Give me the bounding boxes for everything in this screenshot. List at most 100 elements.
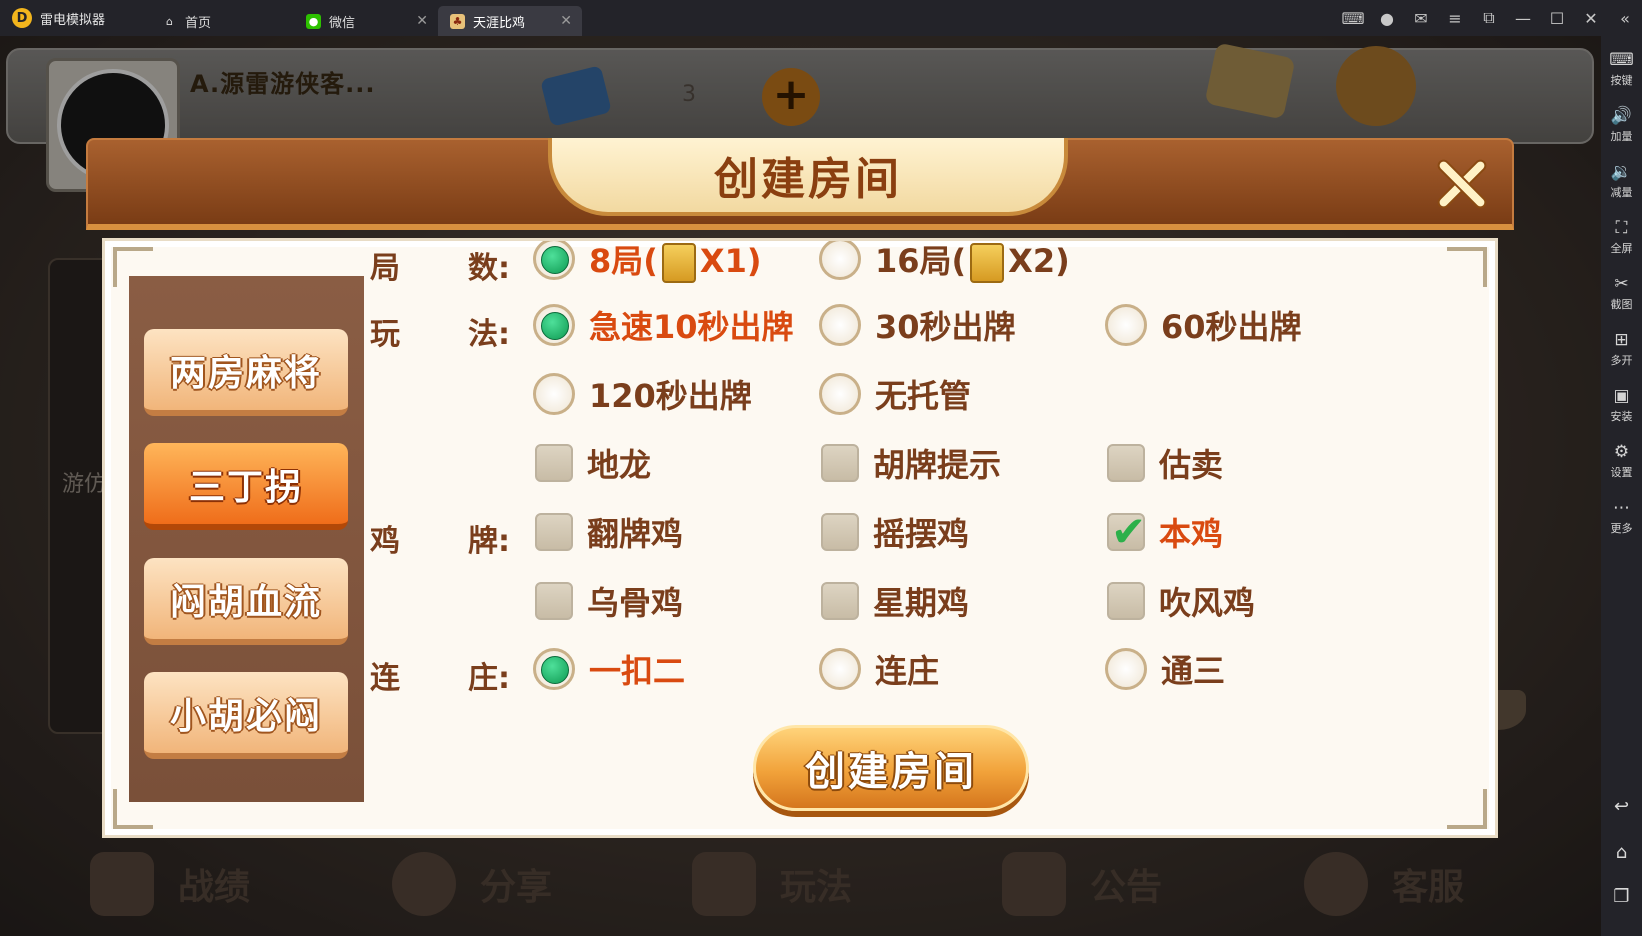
checkbox[interactable] <box>821 513 859 551</box>
checkbox[interactable] <box>821 582 859 620</box>
scissors-icon: ✂ <box>1614 274 1629 294</box>
play-check-hint-label: 胡牌提示 <box>873 446 1002 484</box>
rounds-16-multiplier: X2) <box>1008 241 1070 280</box>
dialog-body: 两房麻将 三丁拐 闷胡血流 小胡必闷 局 数: 8局(X1) 16局(X2) 玩 <box>102 238 1498 838</box>
home-icon[interactable]: ⌂ <box>1601 842 1642 863</box>
dealer-option-lianzhuang-label: 连庄 <box>875 652 940 690</box>
dealer-label-b: 庄: <box>468 661 510 696</box>
play-option-60s-label: 60秒出牌 <box>1161 308 1302 346</box>
gamepad-icon[interactable]: ⌨ <box>1336 9 1370 28</box>
restore-icon[interactable]: ⧉ <box>1472 8 1506 28</box>
radio-button[interactable] <box>533 241 575 280</box>
options-area: 局 数: 8局(X1) 16局(X2) 玩 法: 急速10秒出牌 30秒出牌… <box>105 241 1495 835</box>
dialog-title: 创建房间 <box>714 154 902 205</box>
chicken-check-wugu[interactable]: 乌骨鸡 <box>535 579 683 623</box>
dialog-title-plaque: 创建房间 <box>548 138 1068 216</box>
sidebar-item-volume-up[interactable]: 🔊 加量 <box>1601 106 1642 144</box>
chicken-check-wugu-label: 乌骨鸡 <box>587 584 684 622</box>
tab-home-label: 首页 <box>185 15 212 31</box>
play-option-no-auto-label: 无托管 <box>875 377 972 415</box>
chicken-check-yaobai[interactable]: 摇摆鸡 <box>821 510 969 554</box>
radio-button[interactable] <box>533 304 575 346</box>
checkbox[interactable] <box>535 444 573 482</box>
close-dialog-button[interactable] <box>1434 156 1490 212</box>
leidian-logo-icon: D <box>12 8 32 28</box>
tab-game[interactable]: ♣ 天涯比鸡 ✕ <box>438 6 582 36</box>
radio-button[interactable] <box>533 648 575 690</box>
chicken-check-yaobai-label: 摇摆鸡 <box>873 515 970 553</box>
create-room-button[interactable]: 创建房间 <box>753 725 1029 811</box>
sidebar-item-fullscreen[interactable]: ⛶ 全屏 <box>1601 218 1642 256</box>
dealer-option-yikouer[interactable]: 一扣二 <box>533 647 685 691</box>
play-check-hint[interactable]: 胡牌提示 <box>821 441 1001 485</box>
tab-wechat[interactable]: ● 微信 ✕ <box>294 6 438 36</box>
back-icon[interactable]: ↩ <box>1601 796 1642 817</box>
more-icon: ⋯ <box>1613 498 1630 518</box>
rounds-8-text: 8局( <box>589 241 658 280</box>
recent-apps-icon[interactable]: ❐ <box>1601 886 1642 907</box>
chicken-check-fanpai[interactable]: 翻牌鸡 <box>535 510 683 554</box>
close-icon[interactable]: ✕ <box>560 13 572 29</box>
sidebar-item-volume-down[interactable]: 🔉 减量 <box>1601 162 1642 200</box>
sidebar-item-install[interactable]: ▣ 安装 <box>1601 386 1642 424</box>
chicken-check-fanpai-label: 翻牌鸡 <box>587 515 684 553</box>
maximize-icon[interactable]: ☐ <box>1540 9 1574 28</box>
fullscreen-icon: ⛶ <box>1615 218 1628 238</box>
close-icon[interactable]: ✕ <box>416 13 428 29</box>
minimize-icon[interactable]: — <box>1506 9 1540 28</box>
room-card-icon <box>970 242 1005 283</box>
play-option-60s[interactable]: 60秒出牌 <box>1105 303 1302 347</box>
rounds-16-text: 16局( <box>875 241 967 280</box>
sidebar-item-label: 多开 <box>1610 354 1633 367</box>
menu-icon[interactable]: ≡ <box>1438 9 1472 28</box>
checkbox[interactable] <box>821 444 859 482</box>
radio-button[interactable] <box>819 304 861 346</box>
play-option-30s[interactable]: 30秒出牌 <box>819 303 1016 347</box>
checkbox[interactable] <box>1107 582 1145 620</box>
chicken-check-benji[interactable]: 本鸡 <box>1107 507 1224 556</box>
dealer-option-tongsan[interactable]: 通三 <box>1105 647 1225 691</box>
keyboard-icon: ⌨ <box>1609 50 1634 70</box>
play-option-no-auto[interactable]: 无托管 <box>819 372 971 416</box>
play-option-10s[interactable]: 急速10秒出牌 <box>533 303 794 347</box>
radio-button[interactable] <box>1105 304 1147 346</box>
rounds-label-a: 局 <box>370 251 400 286</box>
rounds-option-8-label: 8局(X1) <box>589 241 761 283</box>
play-option-120s[interactable]: 120秒出牌 <box>533 372 752 416</box>
radio-button[interactable] <box>1105 648 1147 690</box>
checkbox-checked[interactable] <box>1107 507 1146 556</box>
chicken-check-chuifeng-label: 吹风鸡 <box>1159 584 1256 622</box>
rounds-option-16[interactable]: 16局( X2) <box>819 241 1070 283</box>
checkbox[interactable] <box>535 513 573 551</box>
radio-button[interactable] <box>819 648 861 690</box>
tab-game-label: 天涯比鸡 <box>473 15 526 31</box>
tab-wechat-label: 微信 <box>329 15 356 31</box>
sidebar-item-multi[interactable]: ⊞ 多开 <box>1601 330 1642 368</box>
collapse-sidebar-icon[interactable]: « <box>1608 9 1642 28</box>
play-label: 玩 法: <box>370 309 510 353</box>
mail-icon[interactable]: ✉ <box>1404 9 1438 28</box>
account-icon[interactable]: ● <box>1370 9 1404 28</box>
close-window-icon[interactable]: ✕ <box>1574 9 1608 28</box>
radio-button[interactable] <box>819 241 861 280</box>
tab-home[interactable]: ⌂ 首页 <box>150 6 294 36</box>
play-option-10s-label: 急速10秒出牌 <box>589 308 794 346</box>
checkbox[interactable] <box>1107 444 1145 482</box>
checkbox[interactable] <box>535 582 573 620</box>
chicken-check-chuifeng[interactable]: 吹风鸡 <box>1107 579 1255 623</box>
chicken-check-xingqi[interactable]: 星期鸡 <box>821 579 969 623</box>
dealer-option-lianzhuang[interactable]: 连庄 <box>819 647 939 691</box>
rounds-option-8[interactable]: 8局(X1) <box>533 241 761 283</box>
app-name: 雷电模拟器 <box>40 12 106 28</box>
sidebar-item-keys[interactable]: ⌨ 按键 <box>1601 50 1642 88</box>
sidebar-item-more[interactable]: ⋯ 更多 <box>1601 498 1642 536</box>
play-check-dilong[interactable]: 地龙 <box>535 441 651 485</box>
radio-button[interactable] <box>819 373 861 415</box>
radio-button[interactable] <box>533 373 575 415</box>
play-check-gumai[interactable]: 估卖 <box>1107 441 1223 485</box>
emulator-toolbar: ⌨ 按键 🔊 加量 🔉 减量 ⛶ 全屏 ✂ 截图 ⊞ 多开 ▣ 安装 ⚙ 设置 ⋯ 更多 ↩ ⌂ … <box>1601 36 1642 936</box>
sidebar-item-settings[interactable]: ⚙ 设置 <box>1601 442 1642 480</box>
chicken-check-benji-label: 本鸡 <box>1159 515 1224 553</box>
sidebar-item-screenshot[interactable]: ✂ 截图 <box>1601 274 1642 312</box>
chicken-label-b: 牌: <box>468 524 510 559</box>
